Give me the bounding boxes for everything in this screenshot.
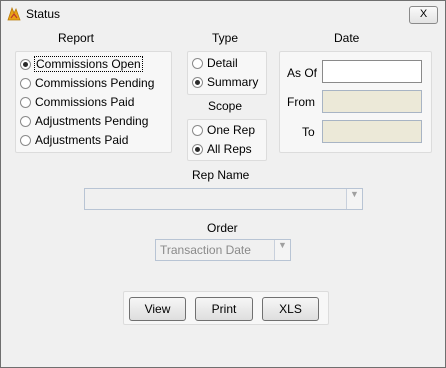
report-adjustments-pending-radio[interactable]: Adjustments Pending xyxy=(20,112,148,130)
rep-name-label: Rep Name xyxy=(192,168,250,182)
report-option-label: Adjustments Paid xyxy=(35,133,129,147)
form-area: Report Commissions Open Commissions Pend… xyxy=(1,27,445,367)
radio-dot xyxy=(20,115,31,127)
type-option-label: Detail xyxy=(207,56,238,70)
report-adjustments-paid-radio[interactable]: Adjustments Paid xyxy=(20,131,128,149)
window-title: Status xyxy=(26,7,61,21)
title-bar[interactable]: Status X xyxy=(1,1,445,27)
as-of-input[interactable] xyxy=(322,60,422,83)
report-commissions-open-radio[interactable]: Commissions Open xyxy=(20,55,143,73)
radio-dot xyxy=(20,134,31,146)
close-button[interactable]: X xyxy=(409,6,438,24)
radio-dot-selected xyxy=(192,76,203,88)
report-header: Report xyxy=(58,31,95,45)
print-button[interactable]: Print xyxy=(195,297,253,321)
radio-dot xyxy=(20,96,31,108)
app-icon xyxy=(6,6,22,22)
scope-one-rep-radio[interactable]: One Rep xyxy=(192,121,255,139)
scope-option-label: All Reps xyxy=(207,142,252,156)
radio-dot xyxy=(20,77,31,89)
order-label: Order xyxy=(207,221,238,235)
type-header: Type xyxy=(212,31,239,45)
as-of-label: As Of xyxy=(287,66,318,80)
scope-header: Scope xyxy=(208,99,243,113)
scope-all-reps-radio[interactable]: All Reps xyxy=(192,140,252,158)
report-commissions-pending-radio[interactable]: Commissions Pending xyxy=(20,74,154,92)
scope-group: One Rep All Reps xyxy=(187,119,267,161)
to-input[interactable] xyxy=(322,120,422,143)
radio-dot xyxy=(192,124,203,136)
date-group: As Of From To xyxy=(279,51,432,153)
type-group: Detail Summary xyxy=(187,51,267,95)
status-window: Status X Report Commissions Open Commiss… xyxy=(0,0,446,368)
order-select[interactable]: Transaction Date ▼ xyxy=(155,239,291,261)
rep-name-select[interactable]: ▼ xyxy=(84,188,363,210)
radio-dot xyxy=(192,57,203,69)
report-option-label: Adjustments Pending xyxy=(35,114,149,128)
report-option-label: Commissions Open xyxy=(34,56,143,72)
date-header: Date xyxy=(334,31,360,45)
chevron-down-icon[interactable]: ▼ xyxy=(346,189,362,209)
report-commissions-paid-radio[interactable]: Commissions Paid xyxy=(20,93,134,111)
type-option-label: Summary xyxy=(207,75,259,89)
from-label: From xyxy=(287,95,315,109)
type-summary-radio[interactable]: Summary xyxy=(192,73,258,91)
chevron-down-icon[interactable]: ▼ xyxy=(274,240,290,260)
to-label: To xyxy=(302,125,315,139)
button-bar: View Print XLS xyxy=(123,291,329,325)
view-button[interactable]: View xyxy=(129,297,186,321)
xls-button[interactable]: XLS xyxy=(262,297,319,321)
from-input[interactable] xyxy=(322,90,422,113)
type-detail-radio[interactable]: Detail xyxy=(192,54,238,72)
report-option-label: Commissions Paid xyxy=(35,95,135,109)
report-group: Commissions Open Commissions Pending Com… xyxy=(15,51,172,153)
scope-option-label: One Rep xyxy=(207,123,256,137)
radio-dot-selected xyxy=(20,58,31,70)
order-value: Transaction Date xyxy=(160,243,251,257)
radio-dot-selected xyxy=(192,143,203,155)
report-option-label: Commissions Pending xyxy=(35,76,155,90)
